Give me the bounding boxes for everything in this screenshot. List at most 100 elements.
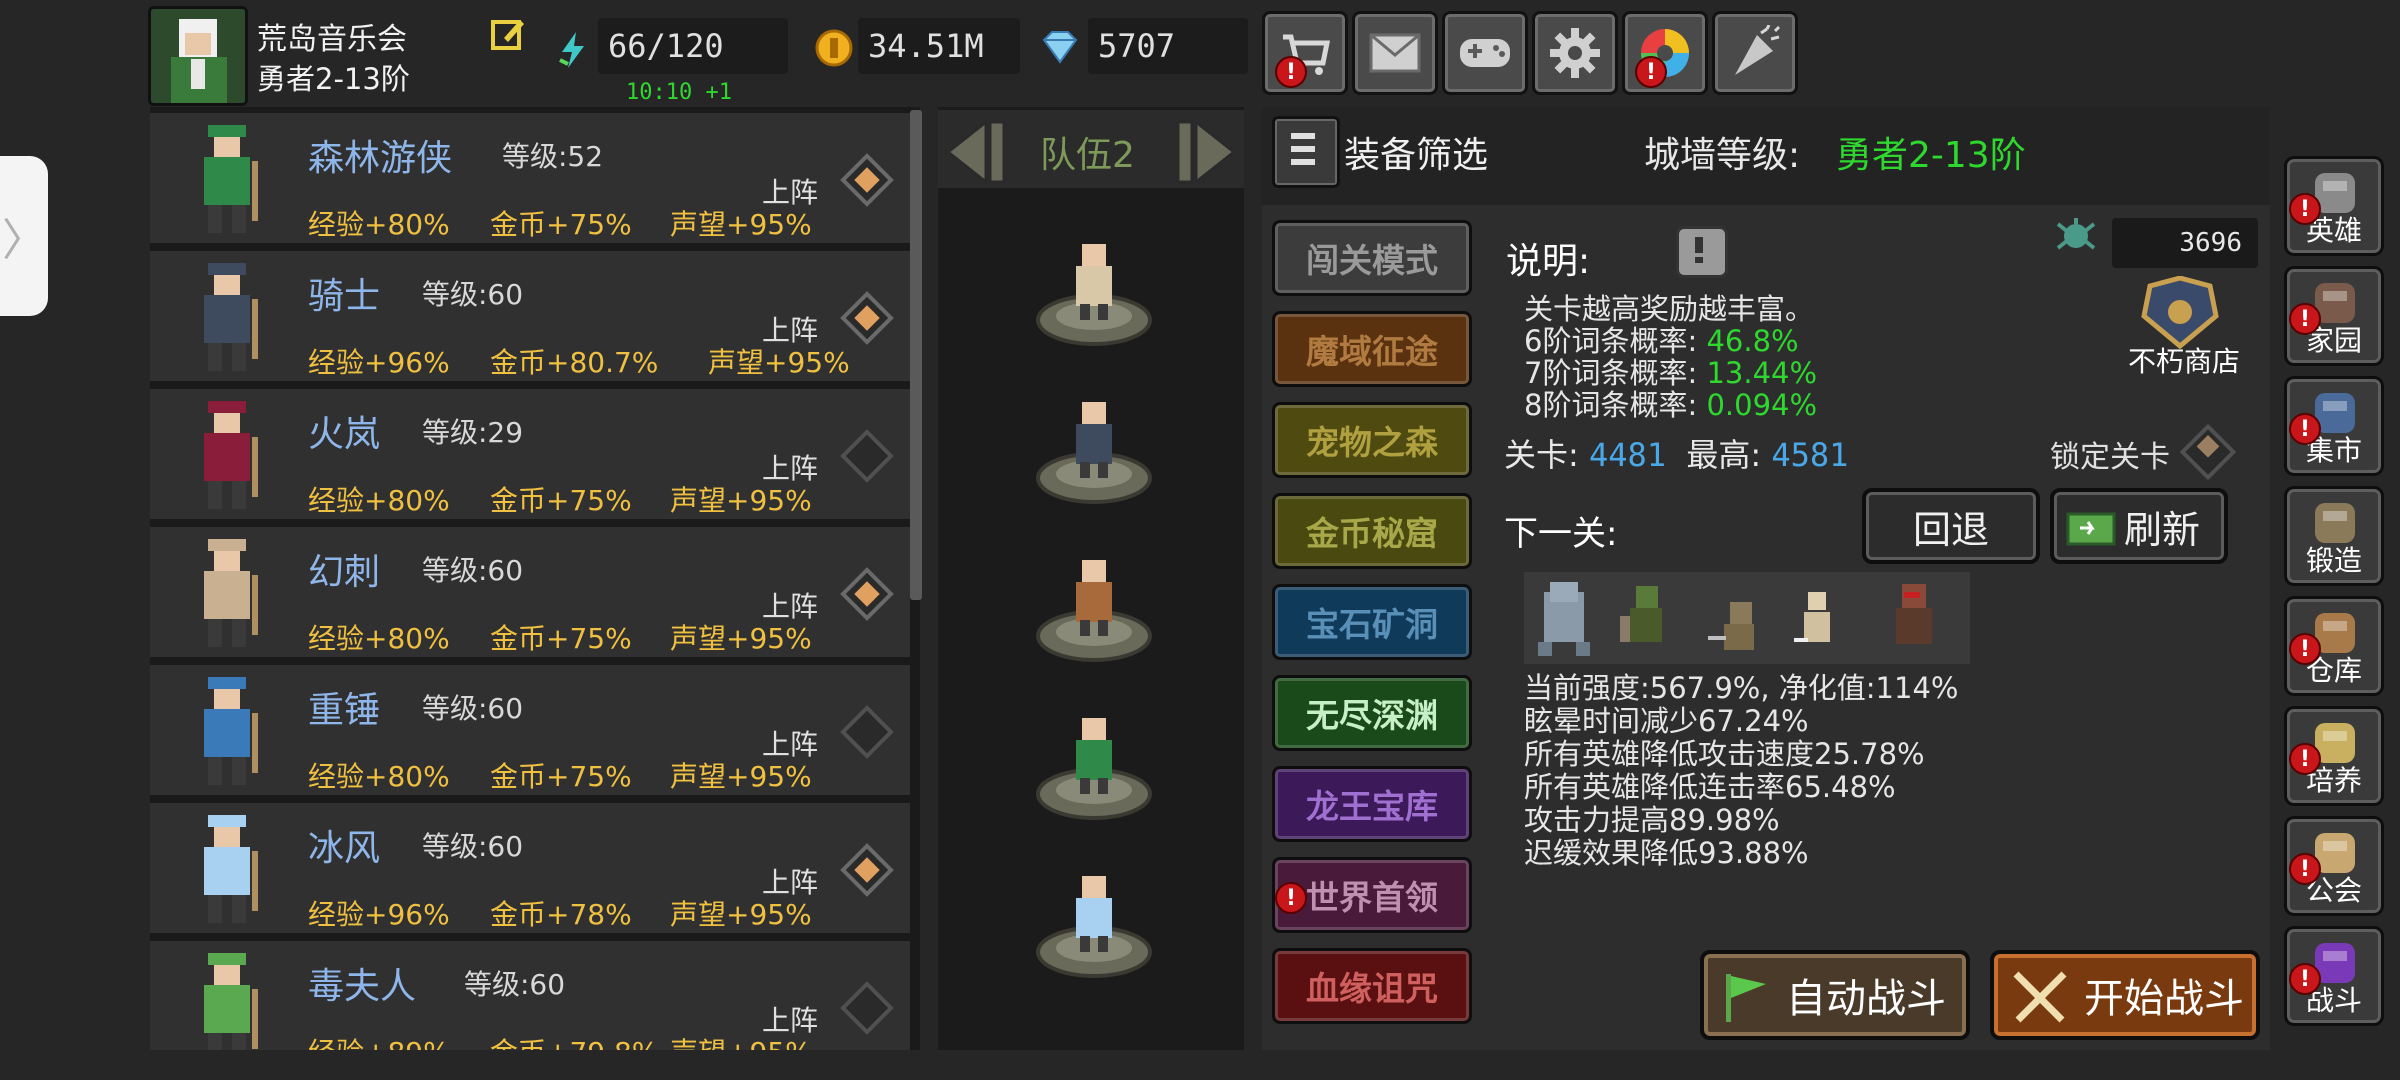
refresh-icon — [2066, 512, 2116, 546]
deploy-label: 上阵 — [762, 176, 819, 209]
refresh-label: 刷新 — [2123, 507, 2200, 552]
auto-battle-button[interactable]: 自动战斗 — [1700, 950, 1970, 1040]
hero-row[interactable]: 毒夫人 等级:60 经验+89% 金币+79.8% 声望+95% 上阵 — [150, 941, 910, 1050]
mode-button[interactable]: 无尽深渊 — [1272, 675, 1472, 751]
mode-label: 宝石矿洞 — [1306, 605, 1438, 644]
immortal-shop-label[interactable]: 不朽商店 — [2128, 340, 2240, 380]
nav-trophy-button[interactable]: 培养! — [2284, 706, 2384, 806]
nav-castle-button[interactable]: 家园! — [2284, 266, 2384, 366]
shop-cart-button[interactable]: ! — [1262, 11, 1348, 95]
equipment-filter-button[interactable] — [1272, 116, 1340, 188]
alert-icon: ! — [2289, 413, 2321, 445]
hero-list[interactable]: 森林游侠 等级:52 经验+80% 金币+75% 声望+95% 上阵 骑士 等级… — [150, 107, 920, 1050]
edit-name-icon[interactable] — [490, 16, 526, 52]
settings-button[interactable] — [1532, 11, 1618, 95]
hero-exp-bonus: 经验+80% — [308, 760, 450, 793]
mode-label: 龙王宝库 — [1306, 787, 1438, 826]
refresh-button[interactable]: 刷新 — [2050, 488, 2228, 564]
player-avatar[interactable] — [148, 6, 248, 106]
hero-row[interactable]: 冰风 等级:60 经验+96% 金币+78% 声望+95% 上阵 — [150, 803, 910, 933]
team-next-button[interactable] — [1170, 116, 1244, 188]
alert-icon: ! — [2289, 633, 2321, 665]
hero-level: 等级:52 — [502, 140, 604, 173]
start-battle-button[interactable]: 开始战斗 — [1990, 950, 2260, 1040]
best-label: 最高: — [1686, 436, 1762, 474]
color-wheel-button[interactable]: ! — [1622, 11, 1708, 95]
nav-label: 锻造 — [2305, 544, 2362, 577]
mode-button[interactable]: 世界首领! — [1272, 857, 1472, 933]
nav-anvil-button[interactable]: 锻造 — [2284, 486, 2384, 586]
tier8-chance: 8阶词条概率: 0.094% — [1524, 382, 1817, 424]
mode-button[interactable]: 魔域征途 — [1272, 311, 1472, 387]
mail-button[interactable] — [1352, 11, 1438, 95]
deploy-toggle[interactable] — [840, 567, 894, 621]
team-slot[interactable] — [1034, 238, 1154, 348]
nav-portal-button[interactable]: 战斗! — [2284, 926, 2384, 1026]
hero-name: 幻刺 — [308, 552, 381, 593]
hero-gold-bonus: 金币+78% — [490, 898, 632, 931]
team-slot[interactable] — [1034, 712, 1154, 822]
info-button[interactable] — [1676, 226, 1728, 278]
nav-lion-button[interactable]: 公会! — [2284, 816, 2384, 916]
deploy-toggle[interactable] — [840, 981, 894, 1035]
mode-button[interactable]: 血缘诅咒 — [1272, 948, 1472, 1024]
deploy-label: 上阵 — [762, 590, 819, 623]
spider-gem-icon — [2054, 214, 2098, 258]
nav-market-button[interactable]: 集市! — [2284, 376, 2384, 476]
hero-row[interactable]: 幻刺 等级:60 经验+80% 金币+75% 声望+95% 上阵 — [150, 527, 910, 657]
hero-sprite-icon — [204, 677, 258, 785]
mode-button[interactable]: 金币秘窟 — [1272, 493, 1472, 569]
next-stage-label: 下一关: — [1504, 514, 1618, 554]
deploy-toggle[interactable] — [840, 429, 894, 483]
fireworks-icon — [1735, 25, 1781, 75]
lock-stage-label[interactable]: 锁定关卡 — [2050, 432, 2170, 476]
hero-sprite-icon — [204, 539, 258, 647]
stage-effects: 当前强度:567.9%, 净化值:114% 眩晕时间减少67.24% 所有英雄降低攻… — [1524, 672, 1958, 870]
mode-label: 血缘诅咒 — [1306, 969, 1438, 1008]
mode-button[interactable]: 龙王宝库 — [1272, 766, 1472, 842]
hero-exp-bonus: 经验+80% — [308, 622, 450, 655]
back-button[interactable]: 回退 — [1862, 488, 2040, 564]
flag-icon — [1726, 974, 1766, 1022]
fireworks-button[interactable] — [1712, 11, 1798, 95]
alert-icon: ! — [1275, 882, 1307, 914]
mode-button[interactable]: 宠物之森 — [1272, 402, 1472, 478]
deploy-toggle[interactable] — [840, 291, 894, 345]
nav-helmet-button[interactable]: 英雄! — [2284, 156, 2384, 256]
mode-button[interactable]: 闯关模式 — [1272, 220, 1472, 296]
alert-icon: ! — [1635, 56, 1667, 88]
hero-gold-bonus: 金币+79.8% — [490, 1031, 658, 1050]
side-expand-tab[interactable]: 〉 — [0, 156, 48, 316]
mode-button[interactable]: 宝石矿洞 — [1272, 584, 1472, 660]
equipment-filter-label[interactable]: 装备筛选 — [1344, 126, 1488, 178]
next-enemies — [1524, 572, 1970, 664]
hero-list-scrollbar[interactable] — [910, 110, 922, 600]
hero-sprite-icon — [204, 263, 258, 371]
wall-level-label: 城墙等级: — [1644, 135, 1801, 176]
hero-row[interactable]: 火岚 等级:29 经验+80% 金币+75% 声望+95% 上阵 — [150, 389, 910, 519]
team-slot[interactable] — [1034, 554, 1154, 664]
hero-gold-bonus: 金币+75% — [490, 208, 632, 241]
deploy-toggle[interactable] — [840, 843, 894, 897]
team-slot[interactable] — [1034, 396, 1154, 506]
gamepad-button[interactable] — [1442, 11, 1528, 95]
mode-label: 宠物之森 — [1306, 423, 1438, 462]
team-slot[interactable] — [1034, 870, 1154, 980]
hero-row[interactable]: 骑士 等级:60 经验+96% 金币+80.7% 声望+95% 上阵 — [150, 251, 910, 381]
stage-label: 关卡: — [1504, 436, 1579, 474]
alert-icon: ! — [2289, 193, 2321, 225]
nav-chest-button[interactable]: 仓库! — [2284, 596, 2384, 696]
alert-icon: ! — [2289, 743, 2321, 775]
deploy-toggle[interactable] — [840, 705, 894, 759]
hero-level: 等级:29 — [422, 416, 524, 449]
hero-row[interactable]: 重锤 等级:60 经验+80% 金币+75% 声望+95% 上阵 — [150, 665, 910, 795]
mode-label: 闯关模式 — [1306, 241, 1438, 280]
team-prev-button[interactable] — [938, 116, 1012, 188]
deploy-toggle[interactable] — [840, 153, 894, 207]
elf-portrait-icon — [151, 9, 245, 103]
pedestal-icon — [1036, 560, 1152, 662]
deploy-label: 上阵 — [762, 314, 819, 347]
hero-exp-bonus: 经验+96% — [308, 898, 450, 931]
deploy-label: 上阵 — [762, 452, 819, 485]
hero-row[interactable]: 森林游侠 等级:52 经验+80% 金币+75% 声望+95% 上阵 — [150, 113, 910, 243]
